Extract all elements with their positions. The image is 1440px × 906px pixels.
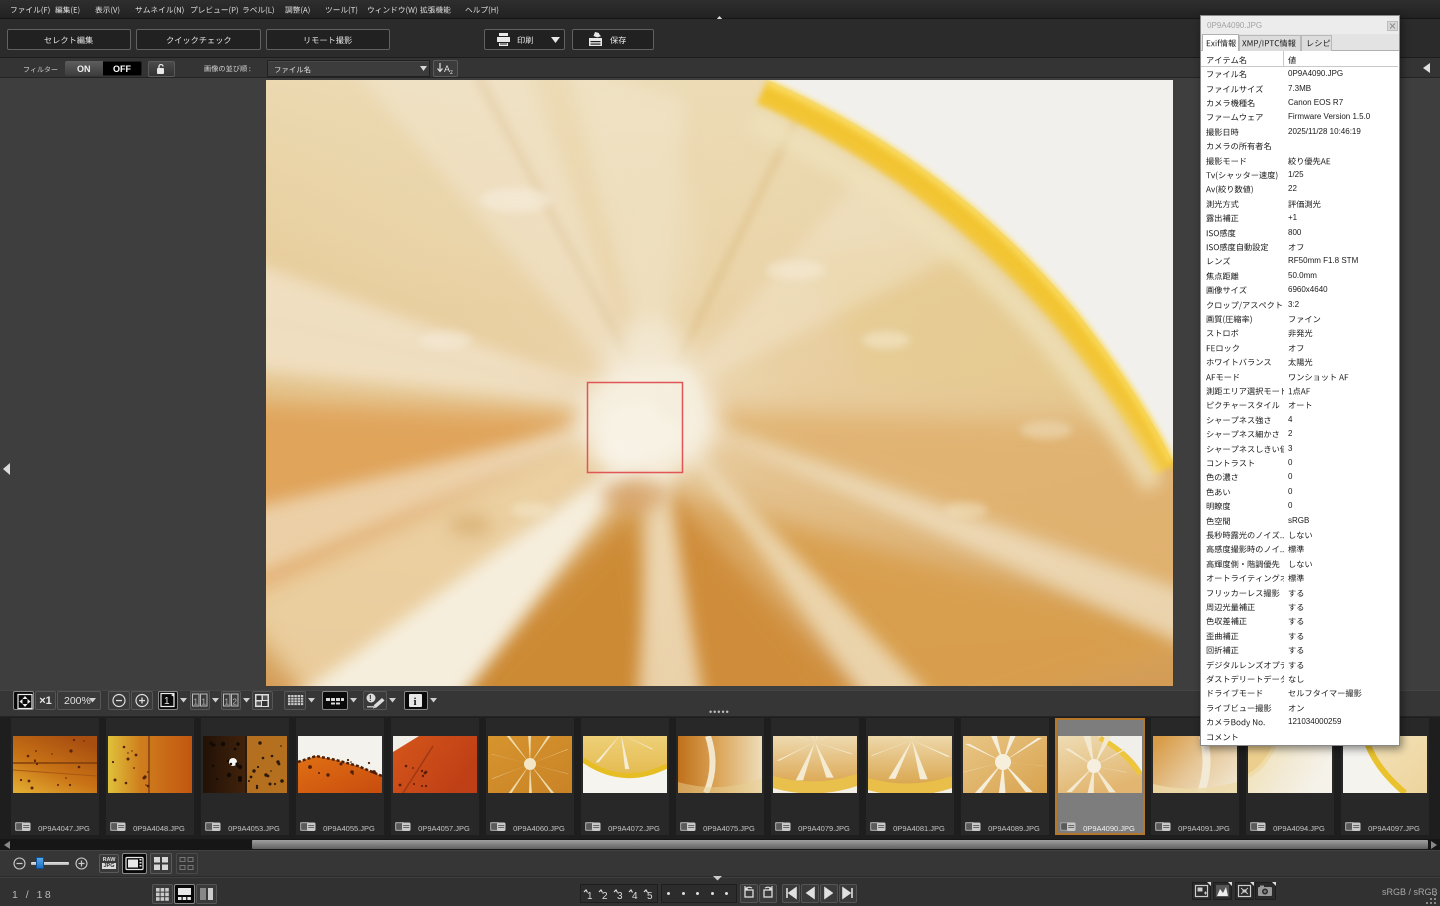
svg-text:4: 4 <box>632 891 638 900</box>
svg-text:1: 1 <box>225 698 230 707</box>
svg-text:1: 1 <box>164 696 170 707</box>
svg-text:z: z <box>450 70 453 75</box>
svg-text:1: 1 <box>194 698 199 707</box>
svg-text:1: 1 <box>202 698 207 707</box>
svg-text:1: 1 <box>587 891 593 900</box>
svg-text:5: 5 <box>647 891 653 900</box>
svg-text:2: 2 <box>602 891 608 900</box>
svg-text:!: ! <box>369 694 372 703</box>
svg-text:2: 2 <box>233 698 238 707</box>
svg-text:3: 3 <box>617 891 623 900</box>
svg-text:i: i <box>414 696 417 708</box>
